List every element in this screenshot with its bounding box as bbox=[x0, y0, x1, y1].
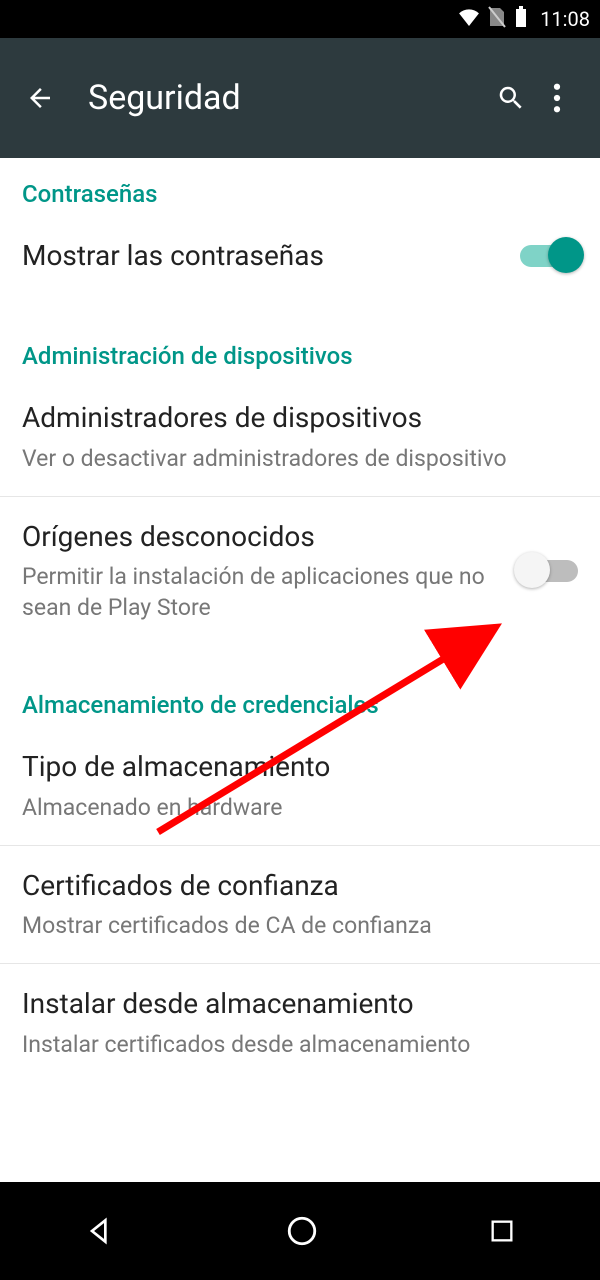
setting-title: Instalar desde almacenamiento bbox=[22, 986, 562, 1022]
section-credential-storage: Almacenamiento de credenciales bbox=[0, 669, 600, 727]
setting-title: Administradores de dispositivos bbox=[22, 400, 562, 436]
nav-home-button[interactable] bbox=[285, 1214, 319, 1248]
setting-subtitle: Instalar certificados desde almacenamien… bbox=[22, 1029, 562, 1060]
setting-title: Tipo de almacenamiento bbox=[22, 749, 562, 785]
setting-device-admins[interactable]: Administradores de dispositivos Ver o de… bbox=[0, 378, 600, 495]
back-button[interactable] bbox=[20, 83, 60, 113]
setting-storage-type[interactable]: Tipo de almacenamiento Almacenado en har… bbox=[0, 727, 600, 844]
settings-list[interactable]: Contraseñas Mostrar las contraseñas Admi… bbox=[0, 158, 600, 1182]
setting-subtitle: Permitir la instalación de aplicaciones … bbox=[22, 561, 504, 623]
clock-text: 11:08 bbox=[540, 7, 590, 31]
navigation-bar bbox=[0, 1182, 600, 1280]
search-button[interactable] bbox=[488, 83, 534, 113]
section-passwords: Contraseñas bbox=[0, 158, 600, 216]
setting-install-from-storage[interactable]: Instalar desde almacenamiento Instalar c… bbox=[0, 964, 600, 1081]
setting-title: Orígenes desconocidos bbox=[22, 519, 504, 555]
battery-icon bbox=[514, 6, 528, 33]
setting-unknown-sources[interactable]: Orígenes desconocidos Permitir la instal… bbox=[0, 497, 600, 645]
page-title: Seguridad bbox=[88, 78, 488, 118]
setting-trusted-certificates[interactable]: Certificados de confianza Mostrar certif… bbox=[0, 846, 600, 963]
nav-recent-button[interactable] bbox=[488, 1217, 516, 1245]
status-bar: 11:08 bbox=[0, 0, 600, 38]
no-sim-icon bbox=[488, 6, 506, 33]
setting-title: Certificados de confianza bbox=[22, 868, 562, 904]
setting-subtitle: Almacenado en hardware bbox=[22, 792, 562, 823]
toggle-unknown-sources[interactable] bbox=[520, 560, 578, 582]
app-bar: Seguridad bbox=[0, 38, 600, 158]
section-device-admin: Administración de dispositivos bbox=[0, 320, 600, 378]
setting-subtitle: Mostrar certificados de CA de confianza bbox=[22, 910, 562, 941]
nav-back-button[interactable] bbox=[84, 1215, 116, 1247]
wifi-icon bbox=[458, 7, 480, 31]
overflow-button[interactable] bbox=[534, 83, 580, 113]
setting-subtitle: Ver o desactivar administradores de disp… bbox=[22, 443, 562, 474]
toggle-show-passwords[interactable] bbox=[520, 245, 578, 267]
setting-title: Mostrar las contraseñas bbox=[22, 238, 504, 274]
setting-show-passwords[interactable]: Mostrar las contraseñas bbox=[0, 216, 600, 296]
